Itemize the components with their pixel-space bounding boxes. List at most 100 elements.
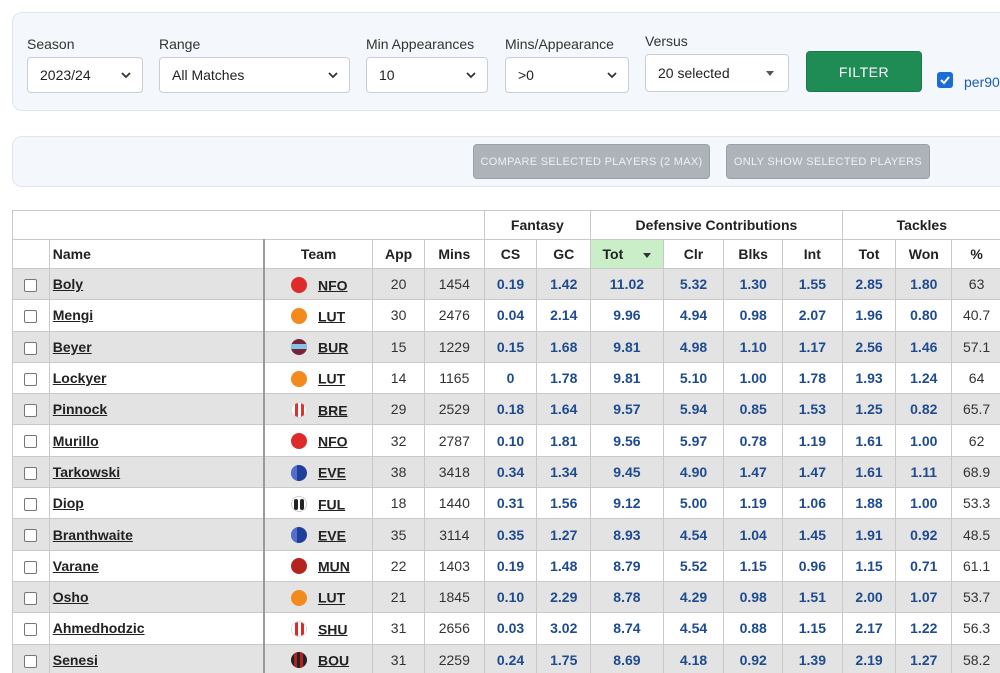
player-name-cell: Diop — [48, 487, 265, 520]
versus-select[interactable]: 20 selected — [645, 54, 789, 92]
app-cell: 14 — [372, 361, 425, 395]
team-cell: LUT — [262, 580, 374, 614]
row-checkbox[interactable] — [24, 498, 38, 512]
min-appearances-select[interactable]: 10 — [366, 57, 488, 93]
team-link[interactable]: BOU — [318, 652, 349, 668]
row-checkbox[interactable] — [24, 560, 38, 574]
player-name-link[interactable]: Boly — [53, 276, 83, 292]
gc-cell: 1.81 — [536, 424, 592, 457]
tkl-tot-cell: 2.85 — [841, 267, 897, 301]
player-name-link[interactable]: Osho — [53, 589, 89, 605]
team-link[interactable]: NFO — [318, 277, 348, 293]
col-def-tot-label: Tot — [602, 246, 624, 262]
def-tot-cell: 8.93 — [590, 518, 664, 551]
row-checkbox[interactable] — [24, 341, 38, 355]
row-checkbox[interactable] — [24, 372, 38, 386]
player-name-link[interactable]: Diop — [53, 495, 84, 511]
row-select-cell — [12, 518, 50, 551]
won-cell: 1.00 — [895, 487, 953, 520]
int-cell: 1.47 — [782, 455, 843, 489]
team-link[interactable]: NFO — [318, 433, 348, 449]
player-name-link[interactable]: Pinnock — [53, 401, 107, 417]
row-checkbox[interactable] — [24, 591, 38, 605]
team-link[interactable]: MUN — [318, 558, 350, 574]
player-name-link[interactable]: Tarkowski — [53, 464, 120, 480]
filter-button[interactable]: FILTER — [806, 51, 922, 92]
table-row: Lockyer LUT 14 1165 0 1.78 9.81 5.10 1.0… — [12, 361, 1000, 395]
pct-cell: 48.5 — [951, 518, 1000, 551]
gc-cell: 1.48 — [536, 549, 592, 582]
app-cell: 15 — [372, 330, 425, 363]
team-cell: SHU — [262, 612, 374, 645]
int-cell: 1.51 — [782, 580, 843, 614]
col-app[interactable]: App — [372, 239, 425, 269]
row-checkbox[interactable] — [24, 529, 38, 543]
row-checkbox[interactable] — [24, 404, 38, 418]
compare-selected-button[interactable]: COMPARE SELECTED PLAYERS (2 MAX) — [473, 144, 710, 179]
team-link[interactable]: FUL — [318, 496, 345, 512]
app-cell: 22 — [372, 549, 425, 582]
stats-table-wrapper: Fantasy Defensive Contributions Tackles … — [12, 210, 1000, 673]
col-won[interactable]: Won — [895, 239, 953, 269]
team-link[interactable]: BRE — [318, 402, 348, 418]
def-tot-cell: 8.74 — [590, 612, 664, 645]
team-link[interactable]: EVE — [318, 465, 346, 481]
player-name-link[interactable]: Beyer — [53, 339, 92, 355]
clr-cell: 4.98 — [662, 330, 725, 363]
col-int[interactable]: Int — [782, 239, 843, 269]
season-select[interactable]: 2023/24 — [27, 57, 143, 93]
per90-label[interactable]: per90 — [964, 74, 1000, 90]
player-name-cell: Senesi — [48, 643, 265, 673]
sort-desc-icon — [643, 252, 652, 258]
player-name-link[interactable]: Ahmedhodzic — [53, 620, 145, 636]
chevron-down-icon — [121, 72, 131, 79]
row-checkbox[interactable] — [24, 435, 38, 449]
col-def-tot[interactable]: Tot — [590, 239, 664, 269]
player-name-link[interactable]: Varane — [53, 558, 99, 574]
team-link[interactable]: LUT — [318, 371, 345, 387]
only-show-selected-button[interactable]: ONLY SHOW SELECTED PLAYERS — [726, 144, 930, 179]
cs-cell: 0.03 — [483, 612, 538, 645]
def-tot-cell: 11.02 — [590, 267, 664, 301]
col-name[interactable]: Name — [48, 239, 265, 269]
col-blks[interactable]: Blks — [723, 239, 784, 269]
player-name-link[interactable]: Senesi — [53, 652, 98, 668]
player-name-link[interactable]: Lockyer — [53, 370, 107, 386]
player-name-link[interactable]: Branthwaite — [53, 527, 133, 543]
col-mins[interactable]: Mins — [423, 239, 485, 269]
row-checkbox[interactable] — [24, 623, 38, 637]
team-link[interactable]: SHU — [318, 621, 348, 637]
player-name-link[interactable]: Murillo — [53, 433, 99, 449]
player-name-link[interactable]: Mengi — [53, 307, 93, 323]
row-checkbox[interactable] — [24, 466, 38, 480]
mins-cell: 2787 — [423, 424, 485, 457]
team-link[interactable]: LUT — [318, 308, 345, 324]
col-gc[interactable]: GC — [536, 239, 592, 269]
row-select-cell — [12, 643, 50, 673]
group-header-row: Fantasy Defensive Contributions Tackles — [12, 210, 1000, 240]
team-link[interactable]: EVE — [318, 527, 346, 543]
team-crest-icon — [290, 651, 318, 669]
row-checkbox[interactable] — [24, 654, 38, 668]
per90-checkbox[interactable] — [937, 72, 953, 88]
team-crest-icon — [290, 557, 318, 575]
mins-per-appearance-select[interactable]: >0 — [505, 57, 629, 93]
col-pct[interactable]: % — [951, 239, 1000, 269]
clr-cell: 4.54 — [662, 612, 725, 645]
team-link[interactable]: LUT — [318, 590, 345, 606]
pct-cell: 61.1 — [951, 549, 1000, 582]
team-crest-icon — [290, 463, 318, 481]
col-team[interactable]: Team — [262, 239, 374, 269]
clr-cell: 4.54 — [662, 518, 725, 551]
team-link[interactable]: BUR — [318, 339, 348, 355]
col-cs[interactable]: CS — [483, 239, 538, 269]
int-cell: 2.07 — [782, 299, 843, 332]
int-cell: 1.78 — [782, 361, 843, 395]
row-checkbox[interactable] — [24, 278, 38, 292]
min-appearances-label: Min Appearances — [366, 36, 475, 52]
row-checkbox[interactable] — [24, 310, 38, 324]
range-select[interactable]: All Matches — [159, 57, 350, 93]
app-cell: 18 — [372, 487, 425, 520]
col-tkl-tot[interactable]: Tot — [841, 239, 897, 269]
col-clr[interactable]: Clr — [662, 239, 725, 269]
